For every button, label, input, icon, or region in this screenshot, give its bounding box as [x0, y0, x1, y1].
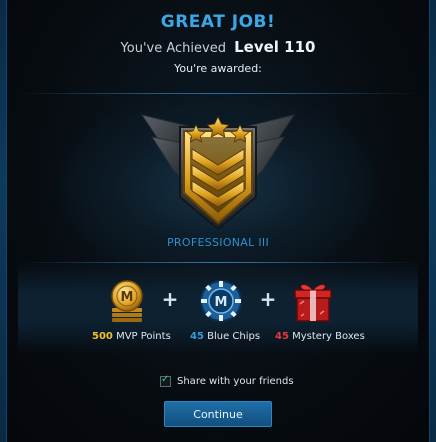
rank-badge-icon: [122, 105, 314, 235]
awarded-text: You're awarded:: [174, 62, 262, 75]
reward-amount: 45: [275, 331, 289, 342]
reward-name: Blue Chips: [207, 331, 261, 342]
reward-label-mvp: 500 MVP Points: [92, 331, 171, 342]
achieved-prefix: You've Achieved: [120, 41, 226, 56]
reward-name: Mystery Boxes: [292, 331, 365, 342]
share-label: Share with your friends: [177, 376, 294, 387]
svg-text:M: M: [215, 295, 228, 310]
blue-chip-icon: M: [198, 278, 244, 324]
dialog-title: GREAT JOB!: [160, 12, 276, 32]
reward-label-boxes: 45 Mystery Boxes: [275, 331, 365, 342]
share-option[interactable]: ✓ Share with your friends: [160, 374, 294, 387]
svg-text:M: M: [121, 290, 134, 305]
level-up-dialog: GREAT JOB! You've Achieved Level 110 You…: [0, 0, 436, 442]
reward-label-chips: 45 Blue Chips: [190, 331, 260, 342]
reward-amount: 500: [92, 331, 113, 342]
achieved-text: You've Achieved Level 110: [0, 38, 436, 56]
share-checkbox[interactable]: ✓: [160, 374, 171, 387]
continue-button[interactable]: Continue: [164, 401, 272, 427]
mvp-coin-icon: M: [104, 278, 150, 324]
plus-sign-1: +: [161, 287, 179, 311]
mystery-box-icon: [290, 278, 336, 324]
level-value: Level 110: [234, 38, 316, 56]
plus-sign-2: +: [259, 287, 277, 311]
checkmark-icon: ✓: [161, 374, 170, 385]
reward-name: MVP Points: [116, 331, 171, 342]
reward-amount: 45: [190, 331, 204, 342]
rank-name: PROFESSIONAL III: [167, 236, 269, 249]
